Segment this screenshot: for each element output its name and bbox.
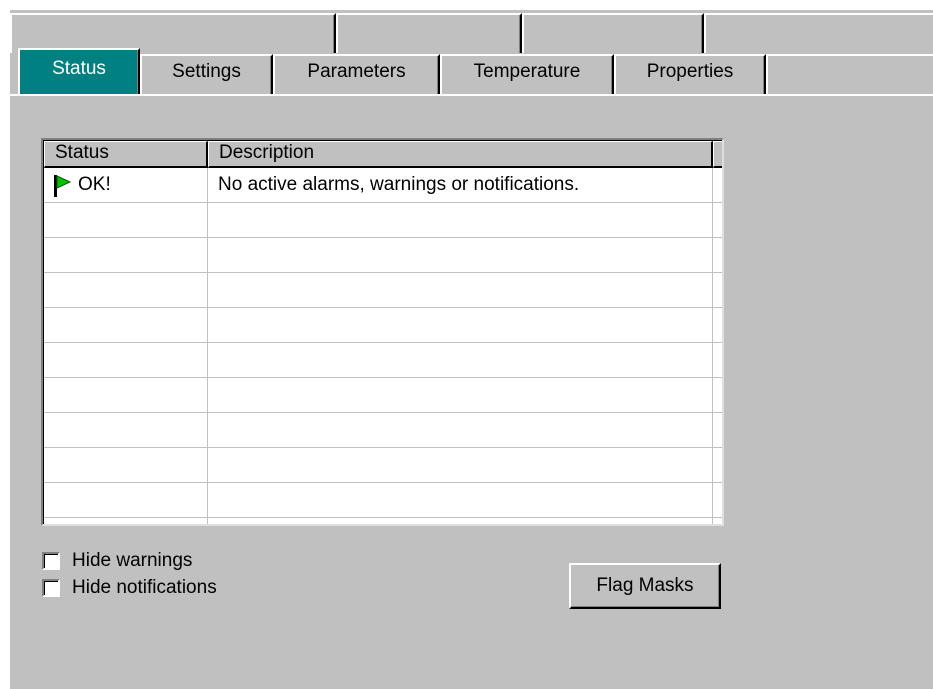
- property-window: Status Settings Parameters Temperature P…: [9, 9, 933, 689]
- list-header: Status Description: [44, 141, 722, 168]
- list-body: OK! No active alarms, warnings or notifi…: [44, 168, 722, 524]
- flag-masks-button[interactable]: Flag Masks: [569, 563, 721, 609]
- back-tab-row: [10, 10, 933, 54]
- hide-warnings-checkbox[interactable]: [42, 552, 60, 570]
- tab-temperature[interactable]: Temperature: [440, 54, 614, 94]
- table-row: [44, 273, 722, 308]
- green-flag-icon: [54, 175, 72, 197]
- back-tab-2[interactable]: [336, 13, 522, 53]
- row-status: OK!: [78, 174, 111, 195]
- hide-warnings-label[interactable]: Hide warnings: [72, 550, 192, 572]
- tab-status[interactable]: Status: [18, 48, 140, 94]
- table-row: [44, 308, 722, 343]
- hide-notifications-option[interactable]: Hide notifications: [42, 576, 217, 600]
- tab-settings[interactable]: Settings: [140, 54, 273, 94]
- status-list[interactable]: Status Description OK! No active alarms,…: [41, 138, 724, 526]
- table-row[interactable]: OK! No active alarms, warnings or notifi…: [44, 168, 722, 203]
- tab-parameters-label: Parameters: [307, 61, 406, 82]
- tab-properties-label: Properties: [646, 61, 734, 82]
- row-description: No active alarms, warnings or notificati…: [218, 174, 580, 195]
- tab-filler: [766, 54, 933, 94]
- hide-warnings-option[interactable]: Hide warnings: [42, 549, 192, 573]
- hide-notifications-checkbox[interactable]: [42, 579, 60, 597]
- status-page: Status Description OK! No active alarms,…: [10, 94, 933, 689]
- table-row: [44, 413, 722, 448]
- tab-settings-label: Settings: [172, 61, 241, 82]
- table-row: [44, 203, 722, 238]
- column-header-status[interactable]: Status: [44, 141, 208, 168]
- column-header-status-label: Status: [55, 142, 109, 163]
- table-row: [44, 483, 722, 518]
- tab-strip: Status Settings Parameters Temperature P…: [10, 48, 933, 98]
- tab-status-label: Status: [52, 58, 106, 79]
- table-row: [44, 238, 722, 273]
- tab-temperature-label: Temperature: [473, 61, 581, 82]
- table-row: [44, 378, 722, 413]
- column-header-description-label: Description: [219, 142, 315, 163]
- back-tab-4[interactable]: [704, 13, 933, 53]
- back-tab-3[interactable]: [522, 13, 704, 53]
- table-row: [44, 448, 722, 483]
- hide-notifications-label[interactable]: Hide notifications: [72, 577, 217, 599]
- column-header-description[interactable]: Description: [208, 141, 713, 168]
- flag-masks-button-label: Flag Masks: [596, 575, 694, 596]
- back-tab-1[interactable]: [10, 13, 336, 53]
- tab-parameters[interactable]: Parameters: [273, 54, 440, 94]
- table-row: [44, 343, 722, 378]
- tab-properties[interactable]: Properties: [614, 54, 766, 94]
- column-header-empty: [713, 141, 722, 168]
